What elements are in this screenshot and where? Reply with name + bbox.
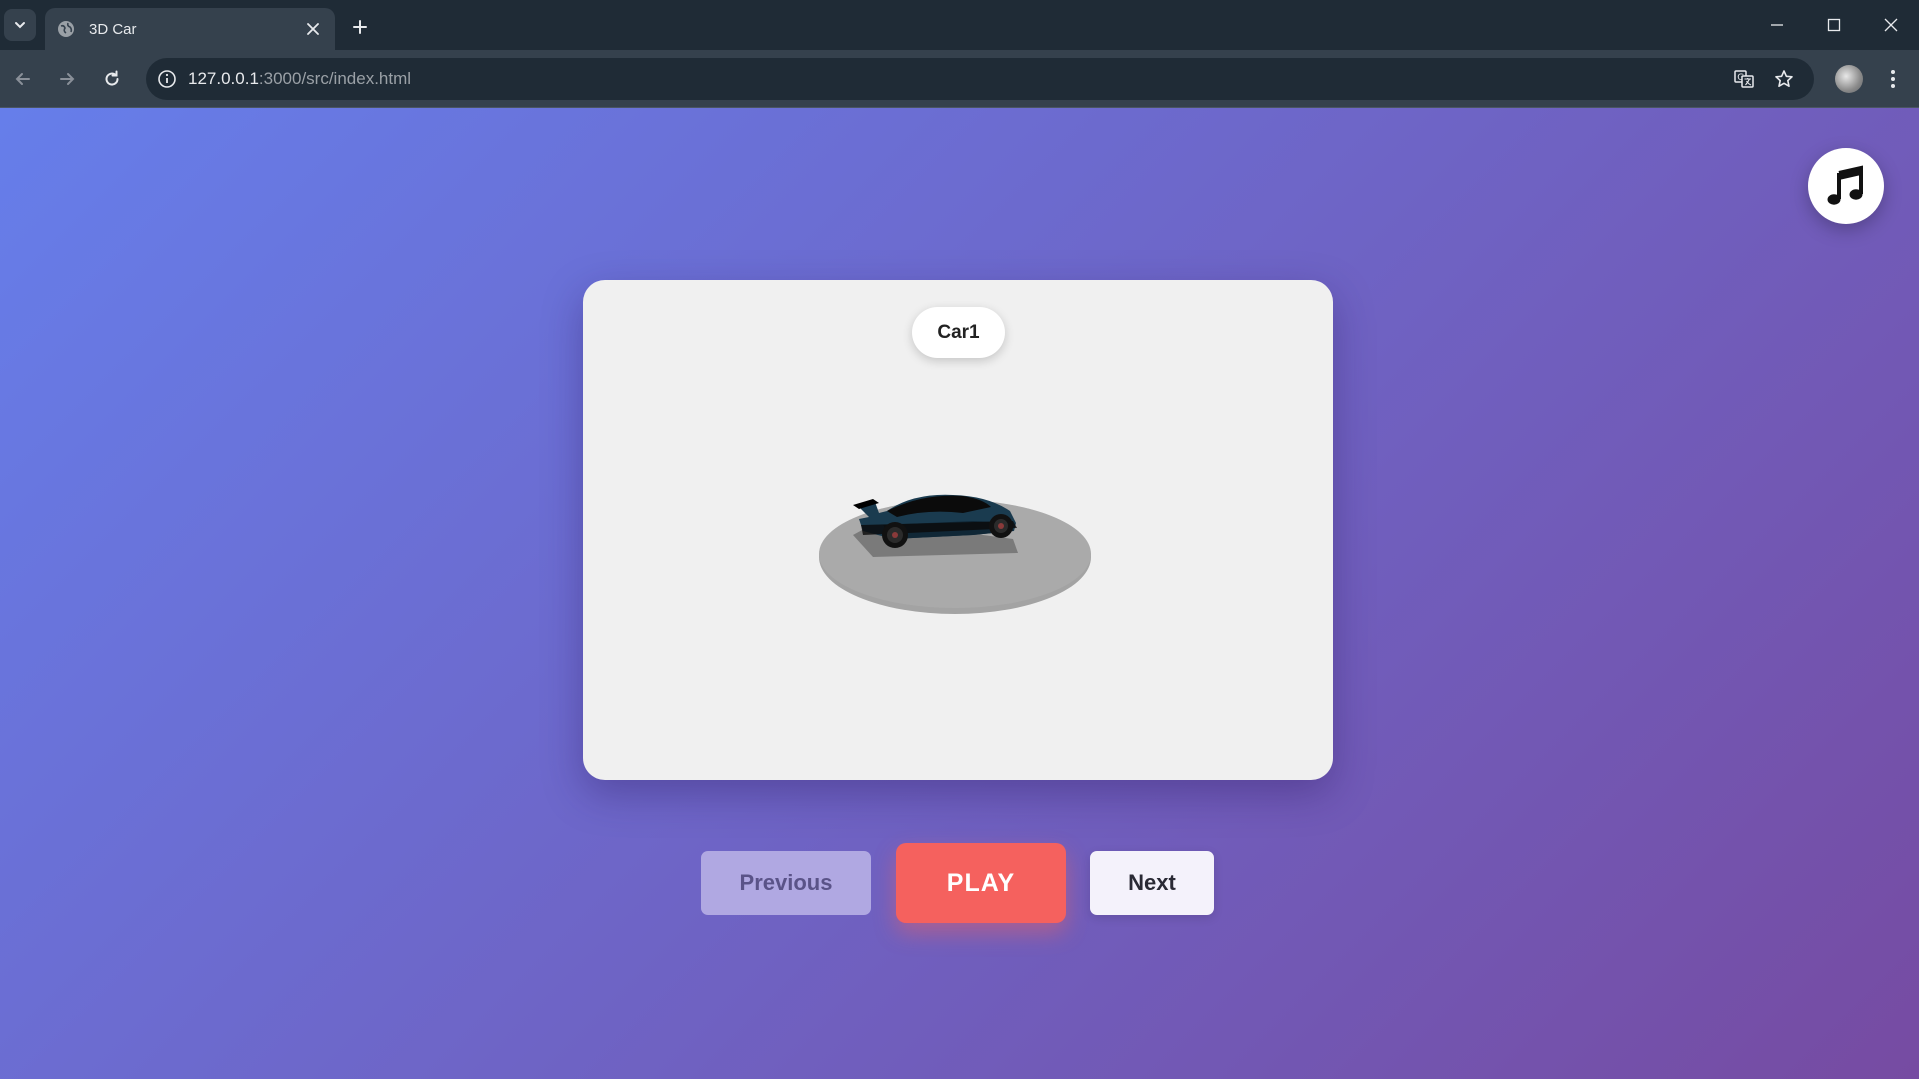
- car-3d-model[interactable]: [813, 465, 1103, 615]
- maximize-icon: [1827, 18, 1841, 32]
- translate-icon[interactable]: G: [1732, 67, 1756, 91]
- reload-icon: [105, 70, 119, 86]
- maximize-button[interactable]: [1814, 10, 1854, 40]
- next-button[interactable]: Next: [1090, 851, 1214, 915]
- star-icon[interactable]: [1772, 67, 1796, 91]
- music-note-icon: [1827, 165, 1863, 205]
- browser-tab-active[interactable]: 3D Car: [45, 8, 335, 50]
- url-path: :3000/src/index.html: [258, 69, 412, 88]
- plus-icon: [353, 20, 367, 34]
- close-icon: [1884, 18, 1898, 32]
- forward-button[interactable]: [51, 63, 83, 95]
- browser-tab-strip: 3D Car: [0, 0, 1919, 50]
- browser-toolbar: 127.0.0.1:3000/src/index.html G: [0, 50, 1919, 108]
- close-window-button[interactable]: [1871, 10, 1911, 40]
- chevron-down-icon: [15, 22, 25, 29]
- music-toggle-button[interactable]: [1808, 148, 1884, 224]
- profile-avatar[interactable]: [1835, 65, 1863, 93]
- address-bar[interactable]: 127.0.0.1:3000/src/index.html G: [146, 58, 1814, 100]
- play-button[interactable]: PLAY: [896, 843, 1066, 923]
- new-tab-button[interactable]: [346, 13, 374, 41]
- url-host: 127.0.0.1: [188, 69, 259, 88]
- arrow-right-icon: [60, 73, 75, 85]
- reload-button[interactable]: [96, 63, 128, 95]
- tab-search-button[interactable]: [4, 9, 36, 41]
- info-icon[interactable]: [154, 66, 180, 92]
- back-button[interactable]: [7, 63, 39, 95]
- close-icon[interactable]: [303, 19, 323, 39]
- car-viewer-canvas[interactable]: Car1: [583, 280, 1333, 780]
- more-vertical-icon[interactable]: [1880, 63, 1906, 95]
- page-background: Car1 Previous PLAY Next: [0, 108, 1919, 1079]
- tab-title: 3D Car: [89, 20, 137, 38]
- arrow-left-icon: [15, 73, 30, 85]
- minimize-icon: [1771, 24, 1783, 26]
- minimize-button[interactable]: [1757, 10, 1797, 40]
- previous-button[interactable]: Previous: [701, 851, 871, 915]
- url-text: 127.0.0.1:3000/src/index.html: [188, 69, 411, 89]
- car-name-label: Car1: [912, 307, 1005, 358]
- globe-icon: [57, 19, 77, 39]
